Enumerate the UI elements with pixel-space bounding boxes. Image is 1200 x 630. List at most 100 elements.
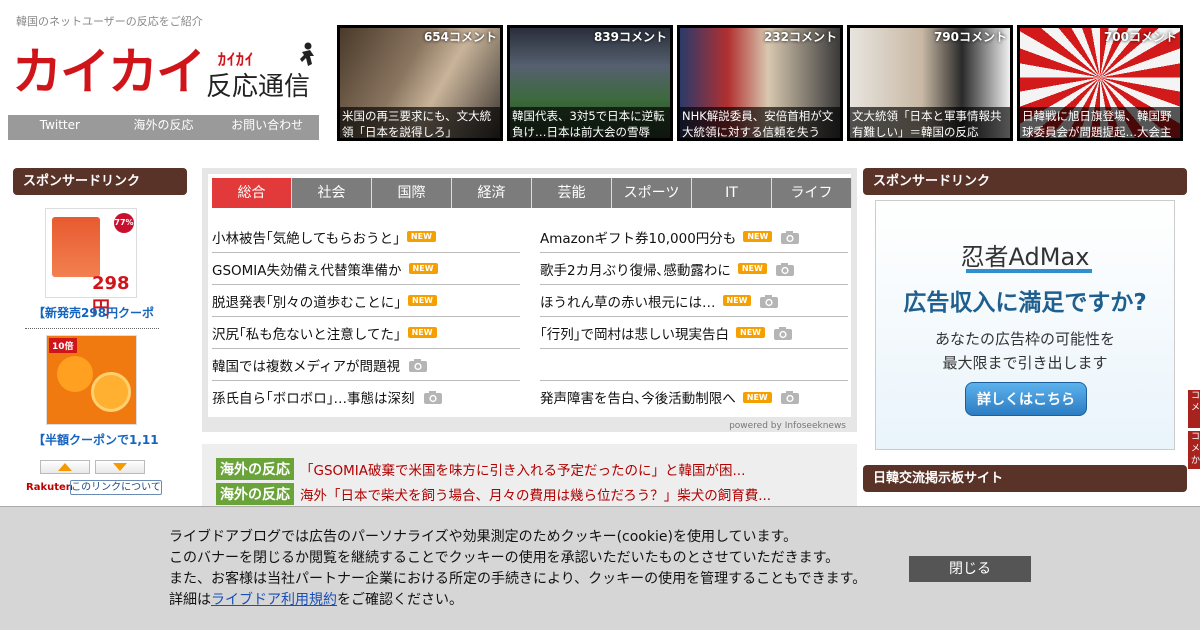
news-item[interactable]: 孫氏自ら｢ボロボロ｣…事態は深刻 xyxy=(212,381,520,413)
news-item[interactable]: 発声障害を告白､今後活動制限へ NEW xyxy=(540,381,848,413)
comment-count: 790コメント xyxy=(933,30,1007,44)
news-widget: 総合 社会 国際 経済 芸能 スポーツ IT ライフ 小林被告｢気絶してもらおう… xyxy=(202,168,857,432)
news-item xyxy=(540,349,848,381)
overseas-title: 海外「日本で柴犬を飼う場合、月々の費用は幾ら位だろう？」柴犬の飼育費... xyxy=(300,488,772,504)
thumb-caption: 日韓戦に旭日旗登場、韓国野球委員会が問題提起…大会主 xyxy=(1020,107,1180,141)
news-title: 小林被告｢気絶してもらおうと｣ xyxy=(212,230,400,247)
admax-subtext: あなたの広告枠の可能性を 最大限まで引き出します xyxy=(876,327,1174,375)
tab-sports[interactable]: スポーツ xyxy=(612,178,692,208)
thumb-article[interactable]: 232コメント NHK解説委員、安倍首相が文大統領に対する信頼を失う xyxy=(677,25,843,141)
news-panel: 総合 社会 国際 経済 芸能 スポーツ IT ライフ 小林被告｢気絶してもらおう… xyxy=(208,174,852,431)
news-item[interactable]: 脱退発表｢別々の道歩むことに｣ NEW xyxy=(212,285,520,317)
new-badge: NEW xyxy=(407,327,437,338)
nav-twitter[interactable]: Twitter xyxy=(8,115,112,140)
thumb-article[interactable]: 700コメント 日韓戦に旭日旗登場、韓国野球委員会が問題提起…大会主 xyxy=(1017,25,1183,141)
tab-it[interactable]: IT xyxy=(692,178,772,208)
tab-entertainment[interactable]: 芸能 xyxy=(532,178,612,208)
news-item[interactable]: ｢行列｣で岡村は悲しい現実告白 NEW xyxy=(540,317,848,349)
overseas-item[interactable]: 海外の反応 海外「日本で柴犬を飼う場合、月々の費用は幾ら位だろう？」柴犬の飼育費… xyxy=(216,483,771,505)
news-item[interactable]: Amazonギフト券10,000円分も NEW xyxy=(540,221,848,253)
news-item[interactable]: 歌手2カ月ぶり復帰､感動露わに NEW xyxy=(540,253,848,285)
tab-society[interactable]: 社会 xyxy=(292,178,372,208)
news-title: 沢尻｢私も危ないと注意してた｣ xyxy=(212,326,401,343)
triangle-down-icon xyxy=(113,463,127,471)
news-item[interactable]: GSOMIA失効備え代替策準備か NEW xyxy=(212,253,520,285)
ad-product-image[interactable]: 10倍 xyxy=(46,335,137,425)
tab-life[interactable]: ライフ xyxy=(772,178,852,208)
tab-economy[interactable]: 経済 xyxy=(452,178,532,208)
edge-tab-comments[interactable]: コメ xyxy=(1188,390,1200,428)
news-item[interactable]: 小林被告｢気絶してもらおうと｣ NEW xyxy=(212,221,520,253)
news-item[interactable]: 韓国では複数メディアが問題視 xyxy=(212,349,520,381)
thumb-article[interactable]: 790コメント 文大統領「日本と軍事情報共有難しい」＝韓国の反応 xyxy=(847,25,1013,141)
orange-fruit xyxy=(57,356,93,392)
thumb-article[interactable]: 839コメント 韓国代表、3対5で日本に逆転負け…日本は前大会の雪辱 xyxy=(507,25,673,141)
comment-count: 839コメント xyxy=(593,30,667,44)
news-list-right: Amazonギフト券10,000円分も NEW 歌手2カ月ぶり復帰､感動露わに NEW… xyxy=(540,221,848,413)
about-link-button[interactable]: このリンクについて xyxy=(70,480,162,495)
admax-headline: 広告収入に満足ですか? xyxy=(903,290,1147,316)
thumb-caption: 文大統領「日本と軍事情報共有難しい」＝韓国の反応 xyxy=(850,107,1010,141)
news-title: ほうれん草の赤い根元には… xyxy=(540,294,716,311)
logo-kana-text: ｶｲｶｲ xyxy=(218,50,255,69)
camera-icon xyxy=(780,391,799,404)
scroll-up-button[interactable] xyxy=(40,460,90,474)
nav-contact[interactable]: お問い合わせ xyxy=(215,115,319,140)
news-tabs: 総合 社会 国際 経済 芸能 スポーツ IT ライフ xyxy=(212,178,852,208)
new-badge: NEW xyxy=(737,263,767,274)
discount-badge: 77% xyxy=(114,213,134,233)
news-title: 発声障害を告白､今後活動制限へ xyxy=(540,391,736,407)
camera-icon xyxy=(775,262,794,276)
camera-icon xyxy=(760,294,779,308)
thumb-caption: 韓国代表、3対5で日本に逆転負け…日本は前大会の雪辱 xyxy=(510,107,670,141)
triangle-up-icon xyxy=(58,463,72,471)
camera-icon xyxy=(773,326,792,340)
new-badge: NEW xyxy=(743,231,773,242)
tab-general[interactable]: 総合 xyxy=(212,178,292,208)
comment-count: 232コメント xyxy=(763,30,837,44)
news-title: GSOMIA失効備え代替策準備か xyxy=(212,262,402,279)
news-title: 脱退発表｢別々の道歩むことに｣ xyxy=(212,294,401,311)
news-item[interactable]: 沢尻｢私も危ないと注意してた｣ NEW xyxy=(212,317,520,349)
thumb-caption: NHK解説委員、安倍首相が文大統領に対する信頼を失う xyxy=(680,107,840,141)
site-logo[interactable]: カイカイ ｶｲｶｲ 反応通信 xyxy=(10,42,320,110)
cookie-banner: ライブドアブログでは広告のパーソナライズや効果測定のためクッキー(cookie)… xyxy=(0,506,1200,630)
edge-tab-comments-2[interactable]: コメか xyxy=(1188,431,1200,469)
new-badge: NEW xyxy=(742,391,772,403)
new-badge: NEW xyxy=(408,263,438,274)
ad-link-halfprice[interactable]: 【半額クーポンで1,11 xyxy=(33,431,159,448)
new-badge: NEW xyxy=(736,327,765,338)
admax-brand: 忍者AdMax xyxy=(960,243,1090,271)
cookie-details-prefix: 詳細は xyxy=(169,592,211,608)
right-sponsor-heading: スポンサードリンク xyxy=(863,168,1187,195)
admax-underline xyxy=(966,269,1092,273)
terms-link[interactable]: ライブドア利用規約 xyxy=(211,592,337,608)
thumb-article[interactable]: 654コメント 米国の再三要求にも、文大統領「日本を説得しろ」 xyxy=(337,25,503,141)
featured-thumbnails: 654コメント 米国の再三要求にも、文大統領「日本を説得しろ」 839コメント … xyxy=(337,25,1183,141)
nav-overseas[interactable]: 海外の反応 xyxy=(112,115,216,140)
top-nav: Twitter 海外の反応 お問い合わせ xyxy=(8,115,319,140)
cookie-line: 詳細はライブドア利用規約をご確認ください。 xyxy=(169,590,866,611)
tab-international[interactable]: 国際 xyxy=(372,178,452,208)
admax-details-button[interactable]: 詳しくはこちら xyxy=(965,382,1087,416)
admax-ad[interactable]: 忍者AdMax 広告収入に満足ですか? あなたの広告枠の可能性を 最大限まで引き… xyxy=(875,200,1175,450)
left-sponsor-heading: スポンサードリンク xyxy=(13,168,187,195)
orange-fruit xyxy=(91,372,131,412)
scroll-down-button[interactable] xyxy=(95,460,145,474)
logo-sub-text: 反応通信 xyxy=(206,72,311,102)
news-title: ｢行列｣で岡村は悲しい現実告白 xyxy=(540,326,729,343)
ad-link-coupon[interactable]: 【新発売298円クーポ xyxy=(33,304,154,321)
rakuten-logo: Rakuten xyxy=(26,482,73,493)
ad-product-image[interactable]: 77% 298円 xyxy=(45,208,137,319)
overseas-item[interactable]: 海外の反応 「GSOMIA破棄で米国を味方に引き入れる予定だったのに」と韓国が困… xyxy=(216,458,745,480)
cookie-close-button[interactable]: 閉じる xyxy=(909,556,1031,582)
points-badge: 10倍 xyxy=(49,338,77,353)
admax-subtext-line: 最大限まで引き出します xyxy=(942,354,1108,372)
divider xyxy=(25,328,159,329)
news-item[interactable]: ほうれん草の赤い根元には… NEW xyxy=(540,285,848,317)
logo-main-text: カイカイ xyxy=(12,43,206,101)
new-badge: NEW xyxy=(406,231,436,242)
news-title: 歌手2カ月ぶり復帰､感動露わに xyxy=(540,262,731,279)
cookie-line: このバナーを閉じるか閲覧を継続することでクッキーの使用を承認いただいたものとさせ… xyxy=(169,550,840,566)
news-title: 孫氏自ら｢ボロボロ｣…事態は深刻 xyxy=(212,391,415,407)
